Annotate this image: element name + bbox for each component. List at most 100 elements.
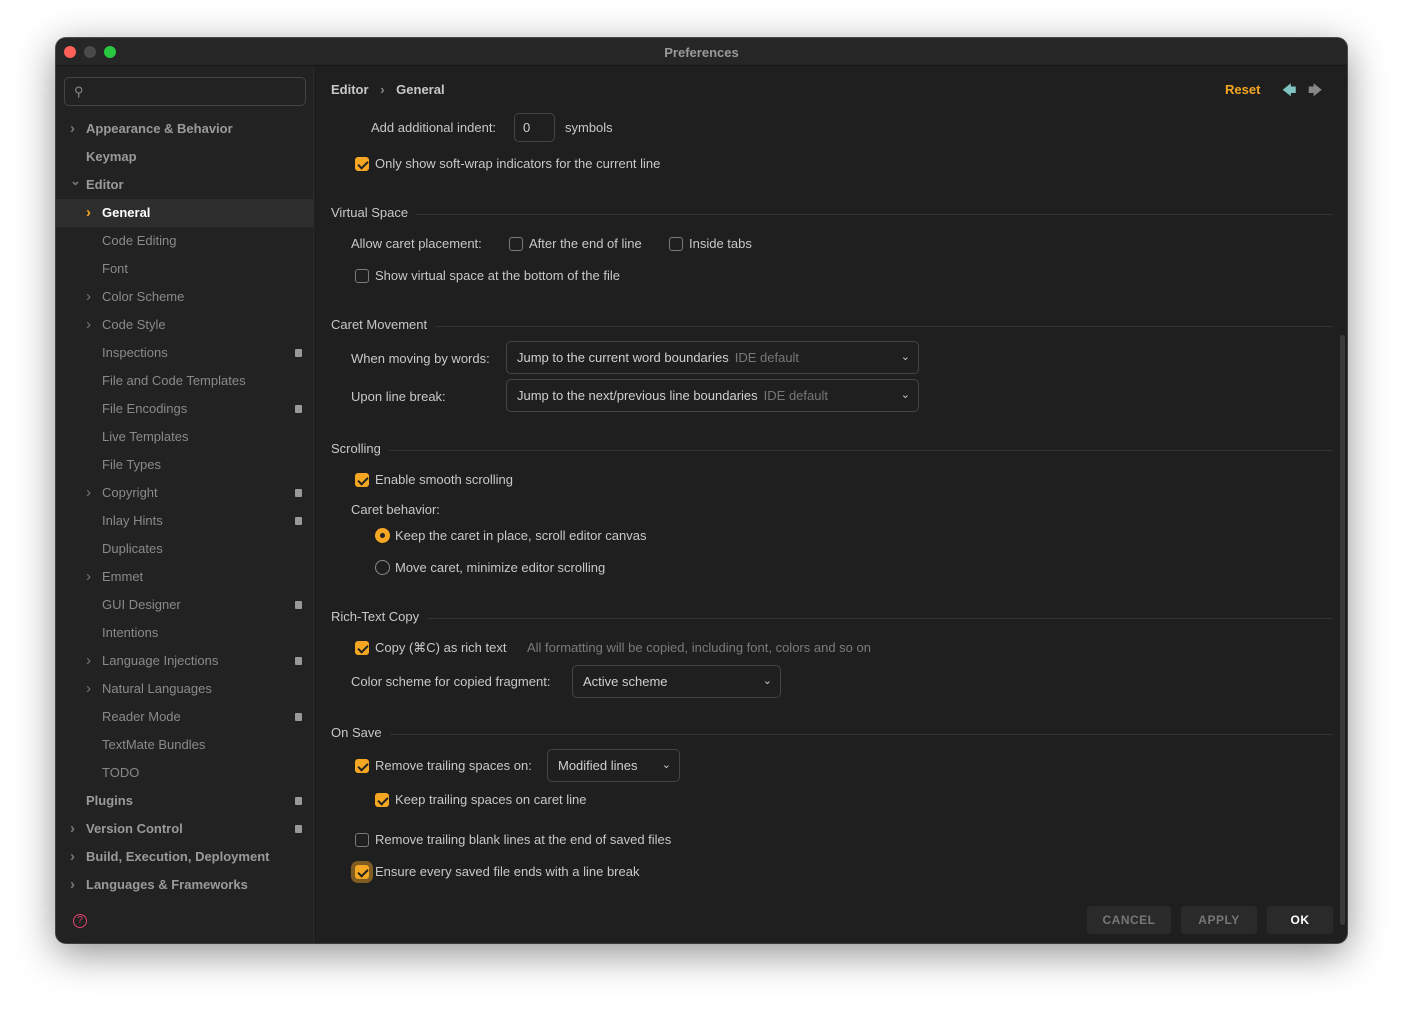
softwrap-current-line-checkbox[interactable] xyxy=(355,157,369,171)
sidebar-item[interactable]: File Encodings xyxy=(56,395,314,423)
sidebar-item[interactable]: ›Build, Execution, Deployment xyxy=(56,843,314,871)
ensure-newline-checkbox[interactable] xyxy=(355,865,369,879)
dropdown-value: Jump to the current word boundaries xyxy=(517,350,729,365)
remove-trailing-dropdown[interactable]: Modified lines⌄ xyxy=(547,749,680,782)
apply-button[interactable]: APPLY xyxy=(1181,906,1257,934)
sidebar-item[interactable]: ›Copyright xyxy=(56,479,314,507)
window-title: Preferences xyxy=(56,45,1347,60)
title-bar: Preferences xyxy=(56,38,1347,66)
section-title: Caret Movement xyxy=(331,317,435,332)
scheme-dropdown[interactable]: Active scheme⌄ xyxy=(572,665,781,698)
rich-text-checkbox[interactable] xyxy=(355,641,369,655)
sidebar-item-label: TextMate Bundles xyxy=(102,731,205,759)
remove-blank-checkbox[interactable] xyxy=(355,833,369,847)
chevron-right-icon[interactable]: › xyxy=(86,199,91,227)
smooth-scrolling-checkbox[interactable] xyxy=(355,473,369,487)
chevron-right-icon[interactable]: › xyxy=(86,563,91,591)
inside-tabs-checkbox[interactable] xyxy=(669,237,683,251)
chevron-right-icon[interactable]: › xyxy=(70,115,75,143)
dropdown-value: Modified lines xyxy=(558,758,638,773)
sidebar-item[interactable]: File Types xyxy=(56,451,314,479)
section-caret-movement: Caret Movement xyxy=(331,317,1333,337)
sidebar-item[interactable]: Font xyxy=(56,255,314,283)
remove-trailing-label: Remove trailing spaces on: xyxy=(375,758,532,773)
after-end-checkbox[interactable] xyxy=(509,237,523,251)
dropdown-hint: IDE default xyxy=(764,388,828,403)
cancel-button[interactable]: CANCEL xyxy=(1087,906,1171,934)
sidebar-item[interactable]: Inlay Hints xyxy=(56,507,314,535)
remove-blank-label: Remove trailing blank lines at the end o… xyxy=(375,832,671,847)
back-arrow-icon[interactable]: 🡄 xyxy=(1282,80,1296,104)
sidebar-item[interactable]: Live Templates xyxy=(56,423,314,451)
words-label: When moving by words: xyxy=(351,351,490,366)
chevron-right-icon[interactable]: › xyxy=(86,479,91,507)
forward-arrow-icon[interactable]: 🡆 xyxy=(1308,80,1322,104)
chevron-right-icon[interactable]: › xyxy=(70,843,75,871)
ensure-newline-label: Ensure every saved file ends with a line… xyxy=(375,864,639,879)
caret-behavior-label: Caret behavior: xyxy=(351,502,440,517)
scrollbar[interactable] xyxy=(1340,335,1345,925)
chevron-down-icon[interactable]: ⌄ xyxy=(70,167,81,195)
keep-caret-radio[interactable] xyxy=(375,528,390,543)
sidebar-item[interactable]: Keymap xyxy=(56,143,314,171)
sidebar-item[interactable]: › Version Control xyxy=(56,815,314,843)
inside-tabs-label: Inside tabs xyxy=(689,236,752,251)
breadcrumb: Editor › General xyxy=(331,82,445,97)
sidebar-item[interactable]: › Color Scheme xyxy=(56,283,314,311)
sidebar-item[interactable]: ›General xyxy=(56,199,314,227)
sidebar-item-label: TODO xyxy=(102,759,139,787)
sidebar-item-label: Code Editing xyxy=(102,227,176,255)
breadcrumb-parent[interactable]: Editor xyxy=(331,82,369,97)
project-level-icon xyxy=(295,657,302,665)
section-rich-text-copy: Rich-Text Copy xyxy=(331,609,1333,629)
indent-label: Add additional indent: xyxy=(371,120,496,135)
sidebar-item[interactable]: TextMate Bundles xyxy=(56,731,314,759)
chevron-right-icon[interactable]: › xyxy=(70,815,75,843)
sidebar-item[interactable]: GUI Designer xyxy=(56,591,314,619)
reset-link[interactable]: Reset xyxy=(1225,82,1260,97)
chevron-right-icon[interactable]: › xyxy=(86,675,91,703)
sidebar-item-label: Natural Languages xyxy=(102,675,212,703)
sidebar-item[interactable]: TODO xyxy=(56,759,314,787)
virtual-bottom-checkbox[interactable] xyxy=(355,269,369,283)
sidebar-item[interactable]: File and Code Templates xyxy=(56,367,314,395)
chevron-right-icon[interactable]: › xyxy=(86,647,91,675)
help-icon[interactable]: ? xyxy=(73,914,87,928)
sidebar-item[interactable]: Plugins xyxy=(56,787,314,815)
chevron-right-icon[interactable]: › xyxy=(86,283,91,311)
sidebar-item-label: Languages & Frameworks xyxy=(86,871,248,899)
dropdown-hint: IDE default xyxy=(735,350,799,365)
ok-button[interactable]: OK xyxy=(1267,906,1333,934)
sidebar-item[interactable]: ›Language Injections xyxy=(56,647,314,675)
keep-caret-line-checkbox[interactable] xyxy=(375,793,389,807)
chevron-right-icon[interactable]: › xyxy=(70,871,75,899)
indent-input[interactable]: 0 xyxy=(514,113,555,142)
sidebar-item[interactable]: Reader Mode xyxy=(56,703,314,731)
allow-caret-label: Allow caret placement: xyxy=(351,236,482,251)
words-dropdown[interactable]: Jump to the current word boundaries IDE d… xyxy=(506,341,919,374)
sidebar-item-label: Color Scheme xyxy=(102,283,184,311)
sidebar-item[interactable]: ⌄Editor xyxy=(56,171,314,199)
sidebar-item-label: Font xyxy=(102,255,128,283)
remove-trailing-checkbox[interactable] xyxy=(355,759,369,773)
smooth-scrolling-label: Enable smooth scrolling xyxy=(375,472,513,487)
sidebar-item[interactable]: › Languages & Frameworks xyxy=(56,871,314,899)
sidebar-item[interactable]: Inspections xyxy=(56,339,314,367)
line-break-dropdown[interactable]: Jump to the next/previous line boundarie… xyxy=(506,379,919,412)
sidebar-item[interactable]: Code Editing xyxy=(56,227,314,255)
sidebar-item-label: Emmet xyxy=(102,563,143,591)
sidebar-item-label: Intentions xyxy=(102,619,158,647)
sidebar-item[interactable]: › Emmet xyxy=(56,563,314,591)
virtual-bottom-label: Show virtual space at the bottom of the … xyxy=(375,268,620,283)
sidebar-item-label: Version Control xyxy=(86,815,183,843)
move-caret-radio[interactable] xyxy=(375,560,390,575)
sidebar-item[interactable]: Intentions xyxy=(56,619,314,647)
sidebar-item[interactable]: Duplicates xyxy=(56,535,314,563)
sidebar-item[interactable]: › Natural Languages xyxy=(56,675,314,703)
sidebar-item[interactable]: ›Code Style xyxy=(56,311,314,339)
settings-panel: Editor › General Reset 🡄 🡆 Add additiona… xyxy=(314,67,1347,943)
sidebar-item[interactable]: ›Appearance & Behavior xyxy=(56,115,314,143)
sidebar-item-label: Editor xyxy=(86,171,124,199)
chevron-right-icon[interactable]: › xyxy=(86,311,91,339)
search-input[interactable]: ⚲ xyxy=(64,77,306,106)
